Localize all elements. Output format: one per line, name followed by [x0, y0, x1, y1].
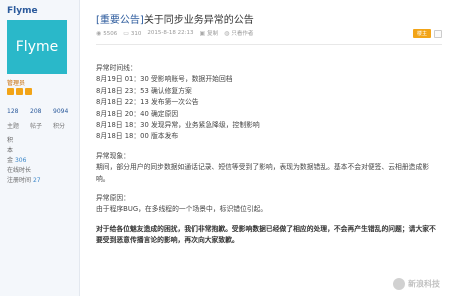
more-button[interactable]: [434, 29, 442, 38]
eye-icon: ◉: [96, 29, 102, 37]
star-icon: [16, 88, 23, 95]
divider: [96, 44, 442, 45]
title-tag[interactable]: [重要公告]: [96, 15, 144, 26]
views: ◉ 5506: [96, 29, 118, 37]
timeline-line: 8月19日 01：30 受影响账号，数据开始回档: [96, 75, 233, 84]
info-row: 注册时间 27: [7, 177, 41, 184]
copy-icon: ▣: [199, 30, 206, 37]
copy-link[interactable]: ▣ 复制: [199, 29, 218, 37]
cause-block: 异常原因： 由于程序BUG，在多线程的一个场景中，标识错位引起。: [96, 193, 436, 216]
title-text: 关于同步业务异常的公告: [143, 15, 254, 26]
replies: ▭ 310: [123, 29, 142, 37]
post-date: 2015-8-18 22:13: [147, 30, 194, 36]
cause-title: 异常原因：: [96, 194, 130, 203]
stat-topics[interactable]: 128 主题: [7, 108, 27, 130]
author-info: 积 本 金 306 在线时长 注册时间 27: [7, 136, 41, 186]
info-row: 本: [7, 147, 14, 154]
cause-text: 由于程序BUG，在多线程的一个场景中，标识错位引起。: [96, 205, 268, 214]
post-main: [重要公告]关于同步业务异常的公告 ◉ 5506 ▭ 310 2015-8-18 2…: [80, 0, 450, 296]
author-username[interactable]: Flyme: [7, 6, 38, 16]
stat-posts[interactable]: 208 帖子: [30, 108, 50, 130]
post-content: 异常时间线： 8月19日 01：30 受影响账号，数据开始回档 8月18日 23…: [96, 63, 436, 255]
star-icon: [7, 88, 14, 95]
info-row: 在线时长: [7, 167, 32, 174]
author-stats: 128 主题 208 帖子 9094 积分: [7, 108, 73, 130]
star-icon: [25, 88, 32, 95]
rank-stars: [7, 88, 32, 95]
closing-text: 对于给各位魅友造成的困扰，我们非常抱歉。受影响数据已经做了相应的处理，不会再产生…: [96, 224, 436, 245]
user-icon: ◍: [224, 30, 230, 37]
stat-points[interactable]: 9094 积分: [53, 108, 73, 130]
timeline-line: 8月18日 18：00 版本发布: [96, 132, 179, 141]
author-role: 管理员: [7, 80, 26, 87]
timeline-line: 8月18日 20：40 确定原因: [96, 109, 179, 118]
watermark: 新浪科技: [393, 278, 440, 290]
floor-badge: 楼主: [412, 29, 431, 38]
timeline-line: 8月18日 22：13 发布第一次公告: [96, 98, 199, 107]
author-sidebar: Flyme Flyme 管理员 128 主题 208 帖子 9094 积分 积 …: [0, 0, 80, 296]
post-tools: 楼主: [412, 29, 442, 38]
timeline-title: 异常时间线：: [96, 64, 137, 72]
post-meta: ◉ 5506 ▭ 310 2015-8-18 22:13 ▣ 复制 ◍ 只看作者: [96, 29, 253, 38]
phenomenon-text: 期间，部分用户的同步数据如通话记录、短信等受到了影响，表现为数据错乱。基本不会对…: [96, 163, 430, 183]
author-only-link[interactable]: ◍ 只看作者: [224, 29, 253, 37]
timeline-block: 异常时间线： 8月19日 01：30 受影响账号，数据开始回档 8月18日 23…: [96, 63, 436, 143]
info-row: 积: [7, 137, 14, 144]
comment-icon: ▭: [123, 29, 129, 37]
phenomenon-title: 异常现象：: [96, 151, 130, 160]
timeline-line: 8月18日 18：30 发现异常，业务紧急降级，控制影响: [96, 121, 260, 130]
info-row: 金 306: [7, 157, 27, 164]
post-title: [重要公告]关于同步业务异常的公告: [96, 11, 254, 26]
phenomenon-block: 异常现象： 期间，部分用户的同步数据如通话记录、短信等受到了影响，表现为数据错乱…: [96, 151, 436, 185]
timeline-line: 8月18日 23：53 确认修复方案: [96, 86, 192, 95]
avatar[interactable]: Flyme: [7, 20, 67, 74]
watermark-logo-icon: [393, 278, 405, 290]
